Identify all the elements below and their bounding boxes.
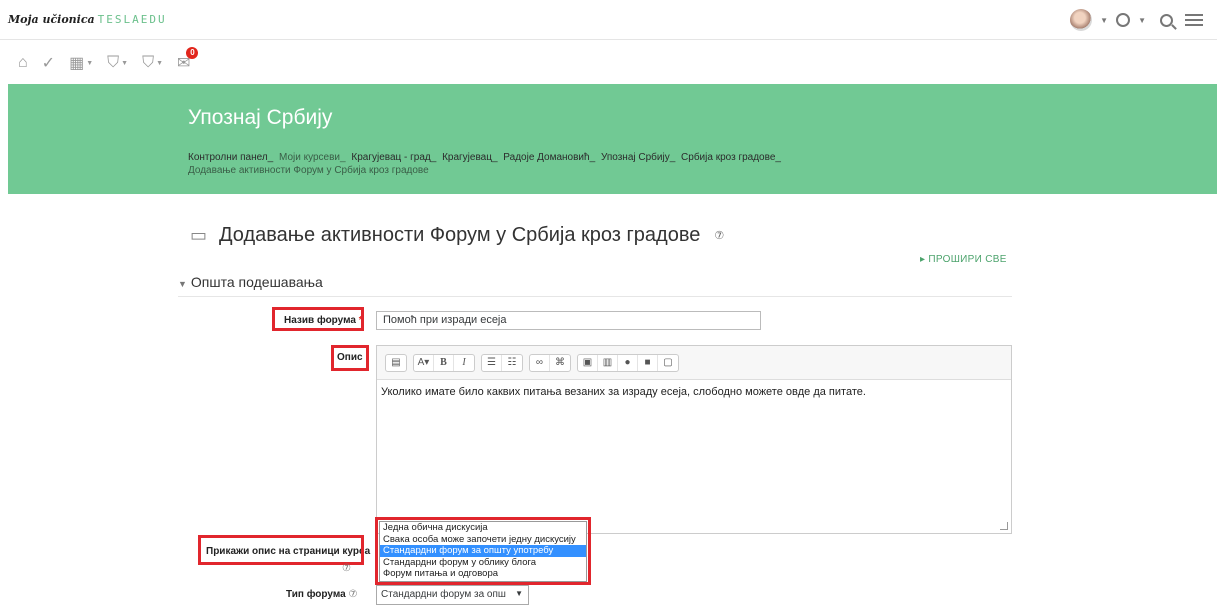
site-logo[interactable]: Moja učionica TESLAEDU <box>8 12 167 26</box>
quick-nav: ⌂ ✓ ▦ ▼ ⛉ ▼ ⛉ ▼ ✉ 0 <box>18 47 199 76</box>
microphone-icon[interactable]: ● <box>618 354 638 371</box>
highlight-box <box>331 345 369 371</box>
chevron-down-icon[interactable]: ▼ <box>1100 16 1108 25</box>
toolbar-group: ▤ <box>385 353 407 372</box>
toolbar-group: ☰ ☷ <box>481 353 523 372</box>
collapse-icon: ▼ <box>178 279 187 289</box>
forum-type-selected: Стандардни форум за опш <box>381 589 506 600</box>
checkmark-icon[interactable]: ✓ <box>42 53 55 73</box>
home-icon[interactable]: ⌂ <box>18 54 28 72</box>
toolbar-group: ∞ ⌘ <box>529 353 571 372</box>
expand-all-link[interactable]: ▸ ПРОШИРИ СВЕ <box>920 254 1007 265</box>
font-style-icon[interactable]: A▾ <box>414 354 434 371</box>
forum-type-select[interactable]: Стандардни форум за опш ▼ <box>376 585 529 605</box>
breadcrumb-city[interactable]: Крагујевац - град_ <box>351 152 436 163</box>
video-icon[interactable]: ■ <box>638 354 658 371</box>
breadcrumb-current: Додавање активности Форум у Србија кроз … <box>188 165 429 176</box>
description-editor[interactable]: ▤ A▾ B I ☰ ☷ ∞ ⌘ ▣ ▥ ● ■ ▢ Уколико имате… <box>376 345 1012 534</box>
calendar-icon[interactable]: ▦ ▼ <box>69 53 93 73</box>
highlight-box <box>272 307 364 331</box>
help-icon[interactable]: ⑦ <box>342 563 351 574</box>
notification-badge: 0 <box>186 47 199 59</box>
top-navbar: Moja učionica TESLAEDU ▼ ▼ <box>0 0 1217 40</box>
breadcrumb-section[interactable]: Србија кроз градове_ <box>681 152 781 163</box>
course-title: Упознај Србију <box>188 106 333 129</box>
grades-icon[interactable]: ⛉ ▼ <box>142 54 163 72</box>
help-icon[interactable]: ⑦ <box>348 589 357 600</box>
link-icon[interactable]: ∞ <box>530 354 550 371</box>
unlink-icon[interactable]: ⌘ <box>550 355 570 371</box>
brand-product: TESLAEDU <box>97 13 167 26</box>
resize-handle-icon[interactable] <box>1000 522 1008 530</box>
forum-name-input[interactable]: Помоћ при изради есеја <box>376 311 761 330</box>
toolbar-group: A▾ B I <box>413 353 475 372</box>
help-icon[interactable]: ⑦ <box>714 229 724 242</box>
bold-icon[interactable]: B <box>434 354 454 371</box>
globe-icon[interactable] <box>1116 13 1131 27</box>
course-header: Упознај Србију Контролни панел_ Моји кур… <box>8 84 1217 194</box>
image-icon[interactable]: ▣ <box>578 354 598 371</box>
highlight-box <box>375 517 591 585</box>
toolbar-group: ▣ ▥ ● ■ ▢ <box>577 353 679 372</box>
editor-toolbar: ▤ A▾ B I ☰ ☷ ∞ ⌘ ▣ ▥ ● ■ ▢ <box>377 346 1011 380</box>
breadcrumb-school[interactable]: Крагујевац_ <box>442 152 497 163</box>
section-title: Општа подешавања <box>190 274 323 290</box>
breadcrumb-course[interactable]: Упознај Србију_ <box>601 152 675 163</box>
breadcrumb-my-courses[interactable]: Моји курсеви_ <box>279 152 346 163</box>
description-text[interactable]: Уколико имате било каквих питања везаних… <box>377 380 1011 404</box>
numbered-list-icon[interactable]: ☷ <box>502 355 522 371</box>
forum-type-label-text: Тип форума <box>286 589 346 600</box>
user-menu-area: ▼ ▼ <box>1070 9 1203 31</box>
italic-icon[interactable]: I <box>454 355 474 371</box>
breadcrumb-teacher[interactable]: Радоје Домановић_ <box>503 152 595 163</box>
page-title: Додавање активности Форум у Србија кроз … <box>219 224 701 246</box>
forum-icon: ▭ <box>190 225 208 245</box>
breadcrumb: Контролни панел_ Моји курсеви_ Крагујева… <box>188 151 908 177</box>
page-title-row: ▭ Додавање активности Форум у Србија кро… <box>190 224 724 247</box>
chevron-down-icon[interactable]: ▼ <box>1138 16 1146 25</box>
highlight-box <box>198 535 364 565</box>
brand-name: Moja učionica <box>8 13 95 26</box>
forum-type-label: Тип форума ⑦ <box>286 589 357 600</box>
menu-icon[interactable] <box>1185 14 1203 26</box>
section-divider <box>178 296 1012 297</box>
mail-icon[interactable]: ✉ 0 <box>177 47 199 73</box>
section-general[interactable]: ▼ Општа подешавања <box>178 274 323 290</box>
media-icon[interactable]: ▥ <box>598 354 618 371</box>
search-icon[interactable] <box>1160 13 1173 27</box>
avatar[interactable] <box>1070 9 1093 31</box>
courses-icon[interactable]: ⛉ ▼ <box>107 54 128 72</box>
chevron-down-icon: ▼ <box>515 589 523 598</box>
bullet-list-icon[interactable]: ☰ <box>482 354 502 371</box>
breadcrumb-dashboard[interactable]: Контролни панел_ <box>188 152 273 163</box>
toolbar-toggle-icon[interactable]: ▤ <box>386 355 406 371</box>
file-manager-icon[interactable]: ▢ <box>658 355 678 371</box>
